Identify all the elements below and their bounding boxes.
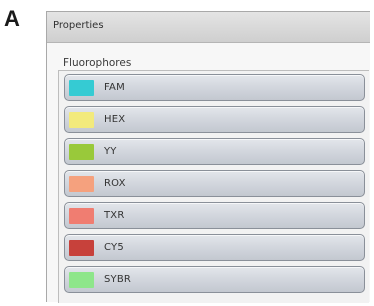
fluorophore-item-sybr[interactable]: SYBR [64, 266, 365, 293]
sybr-color-swatch [69, 272, 94, 288]
hex-color-swatch [69, 112, 94, 128]
fam-color-swatch [69, 80, 94, 96]
fluorophore-label: TXR [104, 210, 125, 221]
fluorophore-item-cy5[interactable]: CY5 [64, 234, 365, 261]
properties-titlebar: Properties [47, 12, 370, 43]
fluorophore-item-txr[interactable]: TXR [64, 202, 365, 229]
yy-color-swatch [69, 144, 94, 160]
fluorophore-label: SYBR [104, 274, 132, 285]
rox-color-swatch [69, 176, 94, 192]
window-title: Properties [53, 20, 104, 31]
fluorophores-section-label: Fluorophores [63, 57, 132, 69]
fluorophore-item-hex[interactable]: HEX [64, 106, 365, 133]
properties-window: Properties Fluorophores FAM HEX YY ROX T… [46, 11, 370, 303]
fluorophore-label: CY5 [104, 242, 124, 253]
figure-panel-label: A [4, 6, 20, 31]
fluorophore-label: YY [104, 146, 117, 157]
fluorophore-label: FAM [104, 82, 125, 93]
fluorophore-label: ROX [104, 178, 126, 189]
fluorophore-item-yy[interactable]: YY [64, 138, 365, 165]
fluorophore-label: HEX [104, 114, 126, 125]
fluorophore-list: FAM HEX YY ROX TXR CY5 SYBR [64, 74, 365, 298]
fluorophore-item-rox[interactable]: ROX [64, 170, 365, 197]
fluorophore-item-fam[interactable]: FAM [64, 74, 365, 101]
cy5-color-swatch [69, 240, 94, 256]
txr-color-swatch [69, 208, 94, 224]
